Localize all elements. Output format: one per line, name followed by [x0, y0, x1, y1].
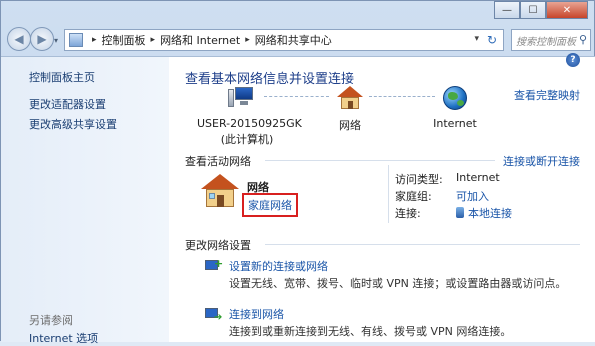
minimize-button[interactable]: —	[494, 1, 520, 19]
breadcrumb-separator[interactable]: ▸	[245, 35, 250, 45]
access-type-value: Internet	[456, 171, 500, 184]
control-panel-icon	[69, 33, 83, 47]
computer-subtitle: (此计算机)	[220, 133, 274, 146]
sidebar-item-advanced-sharing[interactable]: 更改高级共享设置	[29, 116, 117, 132]
internet-node-label: Internet	[433, 117, 477, 130]
connect-network-icon: ➔	[205, 306, 223, 323]
sidebar-item-internet-options[interactable]: Internet 选项	[29, 330, 98, 346]
access-type-label: 访问类型:	[395, 173, 443, 186]
divider	[265, 160, 495, 161]
new-connection-icon: +	[205, 257, 223, 274]
search-icon[interactable]: ⚲	[579, 33, 587, 46]
window: — ☐ ✕ ◀ ▶ ▾ ▸ 控制面板 ▸ 网络和 Internet ▸ 网络和共…	[0, 0, 595, 345]
maximize-button[interactable]: ☐	[520, 1, 546, 19]
local-connection-label[interactable]: 本地连接	[468, 207, 512, 220]
local-connection-link[interactable]: 本地连接	[456, 205, 512, 221]
breadcrumb-control-panel[interactable]: 控制面板	[102, 32, 146, 48]
close-button[interactable]: ✕	[546, 1, 588, 19]
breadcrumb-network-internet[interactable]: 网络和 Internet	[160, 32, 240, 48]
search-placeholder: 搜索控制面板	[516, 36, 576, 48]
connection-label: 连接:	[395, 207, 421, 220]
divider	[265, 244, 580, 245]
task-new-connection: + 设置新的连接或网络 设置无线、宽带、拨号、临时或 VPN 连接；或设置路由器…	[205, 257, 585, 290]
homegroup-label: 家庭组:	[395, 190, 432, 203]
homegroup-link[interactable]: 可加入	[456, 188, 489, 204]
network-node-label: 网络	[339, 119, 361, 132]
forward-button[interactable]: ▶	[30, 27, 54, 51]
computer-icon[interactable]	[228, 87, 257, 109]
new-connection-description: 设置无线、宽带、拨号、临时或 VPN 连接；或设置路由器或访问点。	[229, 277, 567, 290]
address-bar[interactable]: ▸ 控制面板 ▸ 网络和 Internet ▸ 网络和共享中心 ▾ ↻	[64, 29, 504, 51]
sidebar: 控制面板主页 更改适配器设置 更改高级共享设置 另请参阅 Internet 选项	[1, 56, 169, 345]
network-adapter-icon	[456, 207, 464, 218]
active-networks-heading: 查看活动网络	[185, 155, 251, 168]
breadcrumb-network-sharing-center[interactable]: 网络和共享中心	[255, 32, 332, 48]
home-network-icon[interactable]	[201, 174, 239, 208]
new-connection-link[interactable]: 设置新的连接或网络	[229, 258, 328, 274]
connect-to-network-link[interactable]: 连接到网络	[229, 306, 284, 322]
recent-pages-dropdown-icon[interactable]: ▾	[54, 36, 58, 45]
breadcrumb-separator: ▸	[92, 35, 97, 45]
connect-to-network-description: 连接到或重新连接到无线、有线、拨号或 VPN 网络连接。	[229, 325, 512, 338]
breadcrumb-separator[interactable]: ▸	[151, 35, 156, 45]
divider	[388, 165, 389, 223]
back-button[interactable]: ◀	[7, 27, 31, 51]
map-connector	[264, 96, 329, 97]
sidebar-item-change-adapter[interactable]: 更改适配器设置	[29, 96, 106, 112]
help-icon[interactable]: ?	[566, 53, 580, 67]
internet-globe-icon[interactable]	[443, 86, 467, 110]
network-house-icon[interactable]	[337, 86, 363, 110]
network-type-link[interactable]: 家庭网络	[242, 193, 298, 217]
address-dropdown-icon[interactable]: ▾	[474, 34, 479, 44]
main-panel: ? 查看基本网络信息并设置连接 查看完整映射 USER-20150925GK (…	[169, 53, 595, 342]
navigation-bar: ◀ ▶ ▾ ▸ 控制面板 ▸ 网络和 Internet ▸ 网络和共享中心 ▾ …	[1, 23, 595, 57]
network-map: USER-20150925GK (此计算机) 网络 Internet	[169, 85, 595, 155]
computer-name: USER-20150925GK	[197, 117, 302, 130]
caption-buttons: — ☐ ✕	[494, 1, 588, 19]
connect-disconnect-link[interactable]: 连接或断开连接	[503, 153, 580, 169]
search-input[interactable]: 搜索控制面板 ⚲	[511, 29, 591, 51]
map-connector	[369, 96, 435, 97]
task-connect-to-network: ➔ 连接到网络 连接到或重新连接到无线、有线、拨号或 VPN 网络连接。	[205, 306, 585, 338]
see-also-heading: 另请参阅	[29, 314, 73, 327]
change-settings-heading: 更改网络设置	[185, 239, 251, 252]
sidebar-item-control-panel-home[interactable]: 控制面板主页	[29, 69, 95, 85]
refresh-button[interactable]: ↻	[483, 31, 501, 49]
